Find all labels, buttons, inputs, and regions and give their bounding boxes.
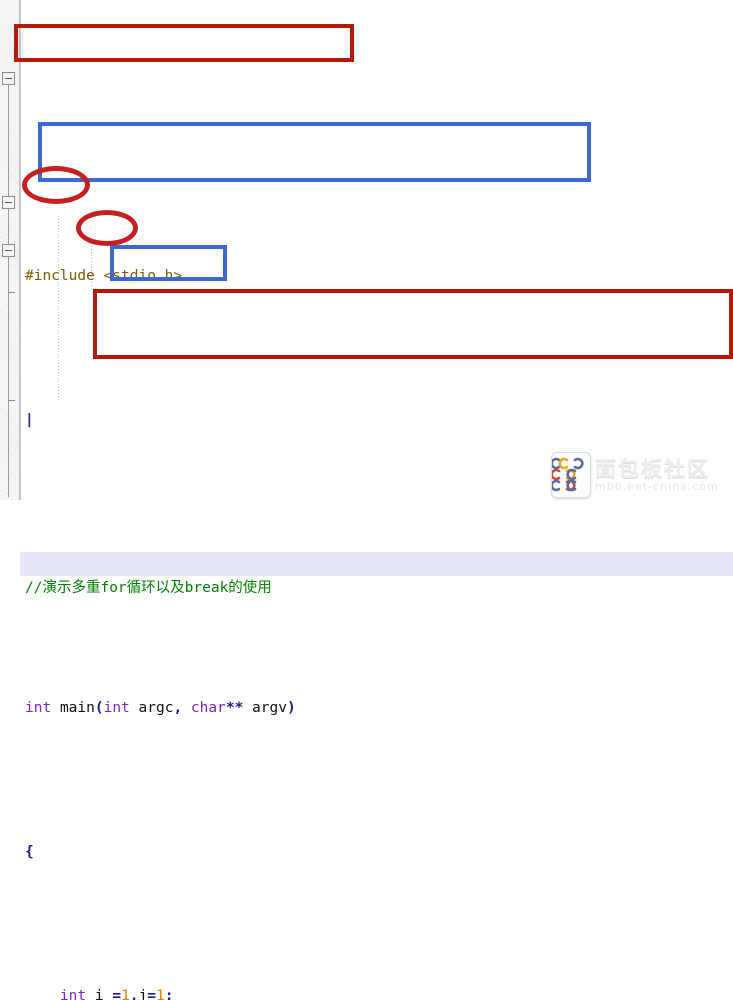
watermark-url: mbb.eet-china.com — [595, 480, 719, 493]
literal-1: 1 — [121, 988, 130, 1000]
annotation-box-break — [110, 245, 227, 281]
code-line-current: //演示多重for循环以及break的使用 — [20, 504, 733, 596]
code-line-blank: | — [20, 360, 733, 428]
annotation-ellipse-inner-for — [76, 210, 138, 246]
code-line: int main(int argc, char** argv) — [25, 700, 296, 716]
param-argc: argc — [138, 700, 174, 716]
watermark-knot-glyph — [550, 457, 584, 492]
annotation-box-comment-block — [93, 289, 733, 359]
keyword-char: char — [190, 700, 226, 716]
var-i: i — [94, 988, 104, 1000]
screenshot-root: #include <stdio.h> | //演示多重for循环以及break的… — [0, 0, 733, 1000]
annotation-box-inner-comment — [38, 122, 591, 182]
fold-toggle-outer-for[interactable] — [2, 196, 15, 209]
fold-guide-line — [8, 209, 9, 245]
watermark-logo-icon — [550, 452, 591, 498]
indent-guide — [58, 288, 59, 400]
keyword-int: int — [103, 700, 130, 716]
fold-guide-line — [8, 85, 9, 197]
fold-guide-line — [8, 257, 9, 497]
code-line: { — [20, 792, 733, 860]
watermark: 面包板社区 mbb.eet-china.com — [550, 452, 733, 498]
current-line-highlight — [20, 552, 733, 576]
annotation-box-top-comment — [14, 24, 354, 62]
fold-toggle-main[interactable] — [2, 72, 15, 85]
annotation-ellipse-outer-for — [22, 166, 90, 204]
code-line: int i =1,j=1; — [20, 936, 733, 1000]
preprocessor-directive: #include — [25, 268, 95, 284]
keyword-int: int — [25, 700, 52, 716]
text-caret: | — [25, 412, 34, 428]
brace-open-main: { — [25, 844, 34, 860]
watermark-title: 面包板社区 — [595, 457, 710, 481]
fold-toggle-inner-for[interactable] — [2, 244, 15, 257]
comment-demo-usage: //演示多重for循环以及break的使用 — [25, 580, 272, 596]
literal-1: 1 — [156, 988, 165, 1000]
param-argv: argv — [252, 700, 287, 716]
fold-end-tick — [8, 400, 15, 401]
function-main: main — [59, 700, 95, 716]
keyword-int: int — [59, 988, 87, 1000]
var-j: j — [138, 988, 148, 1000]
fold-end-tick — [8, 292, 15, 293]
